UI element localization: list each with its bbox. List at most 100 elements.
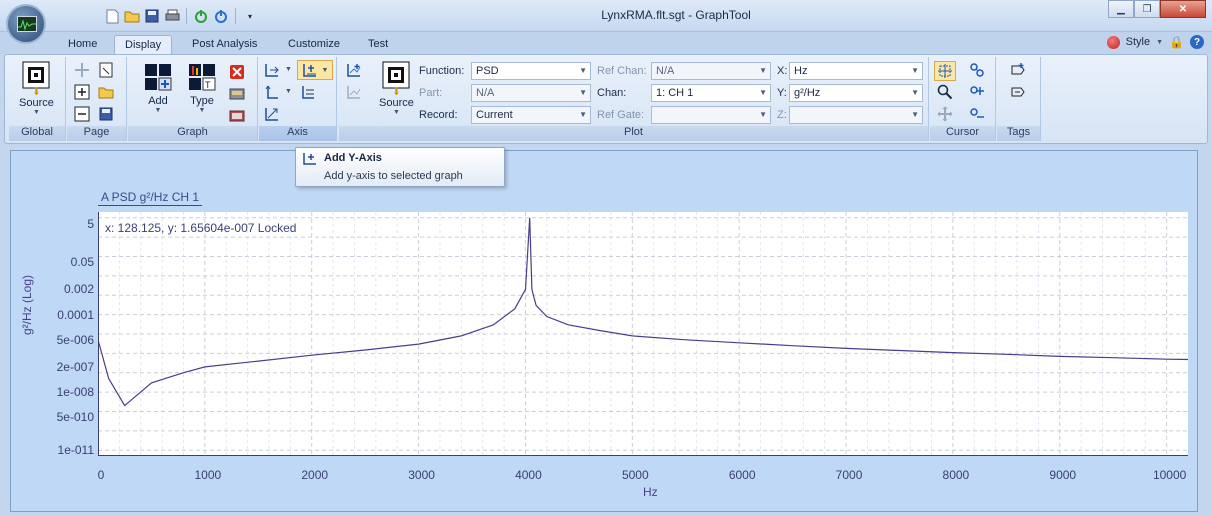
psd-chart[interactable] [97,212,1189,456]
window-title: LynxRMA.flt.sgt - GraphTool [601,8,751,22]
tab-display[interactable]: Display [114,35,173,55]
axis-diagonal-icon[interactable] [263,105,281,123]
y-tick-label: 2e-007 [56,359,94,374]
dropdown-caret-icon: ▼ [321,66,329,74]
tag-edit-icon[interactable] [1009,83,1027,101]
style-menu[interactable]: Style [1126,36,1150,48]
tab-home[interactable]: Home [58,35,107,55]
ref-chan-label: Ref Chan: [597,65,647,77]
x-tick-label: 9000 [1049,468,1077,482]
cursor-select-icon[interactable] [934,61,956,81]
page-open-icon[interactable] [97,83,115,101]
graph-delete-icon[interactable] [228,63,246,81]
style-dropdown-icon[interactable]: ▼ [1156,39,1163,46]
chan-select[interactable]: 1: CH 1 ▼ [651,84,771,102]
group-graph: Add ▼ T Type ▼ Graph [128,57,258,141]
page-add-icon[interactable] [73,83,91,101]
axis-move-icon[interactable] [263,83,281,101]
graph-add-button[interactable]: Add ▼ [144,63,172,114]
cursor-peak-icon[interactable] [968,61,986,79]
dropdown-caret-icon[interactable]: ▼ [285,66,292,73]
dropdown-caret-icon[interactable]: ▼ [285,88,292,95]
record-select[interactable]: Current ▼ [471,106,591,124]
record-label: Record: [419,109,458,121]
cursor-add-icon[interactable] [968,83,986,101]
x-unit-label: X: [777,65,788,77]
plot-source-arrow-icon: ⬇ [392,87,401,98]
tooltip-description: Add y-axis to selected graph [324,170,463,182]
group-label-graph: Graph [128,126,257,141]
svg-text:T: T [205,80,211,90]
psd-series-line[interactable] [97,217,1189,407]
window-controls: ▁ ❐ ✕ [1108,0,1206,18]
close-icon[interactable]: ✕ [1160,0,1206,18]
ribbon: ⬇ Source ▼ Global Page Add ▼ T Type ▼ Gr… [4,54,1208,144]
graph-type-button[interactable]: T Type ▼ [188,63,216,114]
page-remove-icon[interactable] [73,105,91,123]
add-y-axis-button[interactable]: ▼ [297,60,333,80]
dropdown-arrow-icon: ▼ [759,88,767,97]
y-unit-select[interactable]: g²/Hz ▼ [789,84,923,102]
dropdown-arrow-icon: ▼ [911,110,919,119]
zoom-icon[interactable] [936,83,954,101]
z-unit-select[interactable]: ▼ [789,106,923,124]
graph-clear-icon[interactable] [228,107,246,125]
tab-post-analysis[interactable]: Post Analysis [182,35,267,55]
cursor-remove-icon[interactable] [968,105,986,123]
dropdown-arrow-icon: ▼ [579,88,587,97]
x-tick-label: 10000 [1152,468,1187,482]
chan-label: Chan: [597,87,627,99]
app-menu-button[interactable] [6,4,46,44]
source-target-icon [22,61,50,89]
axis-align-icon[interactable] [299,83,317,101]
group-plot: ⬇ Source ▼ Function: PSD ▼ Part: N/A ▼ Rec… [339,57,929,141]
tab-customize[interactable]: Customize [278,35,350,55]
x-tick-label: 8000 [942,468,970,482]
graph-add-icon [144,63,172,91]
tab-test[interactable]: Test [358,35,398,55]
y-tick-label: 1e-008 [56,385,94,400]
plot-remove-icon[interactable] [345,83,363,101]
lock-icon[interactable]: 🔒 [1169,35,1184,49]
dropdown-caret-icon: ▼ [154,107,162,114]
x-tick-label: 1000 [194,468,222,482]
page-move-icon[interactable] [73,61,91,79]
global-source-button[interactable]: ⬇ Source ▼ [19,61,54,116]
plot-area[interactable] [97,212,1189,456]
x-tick-label: 7000 [835,468,863,482]
oscilloscope-icon [17,16,37,32]
group-label-tags: Tags [997,126,1040,141]
minimize-icon[interactable]: ▁ [1108,0,1134,18]
trace-tab[interactable]: A PSD g²/Hz CH 1 [98,188,203,206]
x-axis-label: Hz [643,485,658,499]
graph-format-icon[interactable] [228,85,246,103]
source-target-icon [382,61,410,89]
function-select[interactable]: PSD ▼ [471,62,591,80]
plot-add-icon[interactable] [345,61,363,79]
group-axis: ▼ ▼ ▼ Axis [259,57,337,141]
group-cursor: Cursor [930,57,996,141]
global-source-arrow-icon: ⬇ [32,87,41,98]
part-select[interactable]: N/A ▼ [471,84,591,102]
x-unit-select[interactable]: Hz ▼ [789,62,923,80]
tooltip-title: Add Y-Axis [324,152,382,164]
record-value: Current [476,109,513,121]
help-icon[interactable]: ? [1190,35,1204,49]
group-label-axis: Axis [259,126,336,141]
plot-source-button[interactable]: ⬇ Source ▼ [379,61,414,116]
dropdown-caret-icon: ▼ [392,109,400,116]
y-tick-label: 0.05 [70,255,94,270]
pan-icon[interactable] [936,105,954,123]
x-unit-value: Hz [794,65,808,77]
plot-source-label: Source [379,97,414,109]
graph-type-label: Type [190,95,214,107]
ref-chan-select[interactable]: N/A ▼ [651,62,771,80]
page-properties-icon[interactable] [97,61,115,79]
y-unit-label: Y: [777,87,787,99]
page-save-icon[interactable] [97,105,115,123]
tag-add-icon[interactable] [1009,61,1027,79]
axis-x-add-icon[interactable] [263,61,281,79]
graph-add-label: Add [148,95,168,107]
ref-gate-select[interactable]: ▼ [651,106,771,124]
maximize-icon[interactable]: ❐ [1134,0,1160,18]
